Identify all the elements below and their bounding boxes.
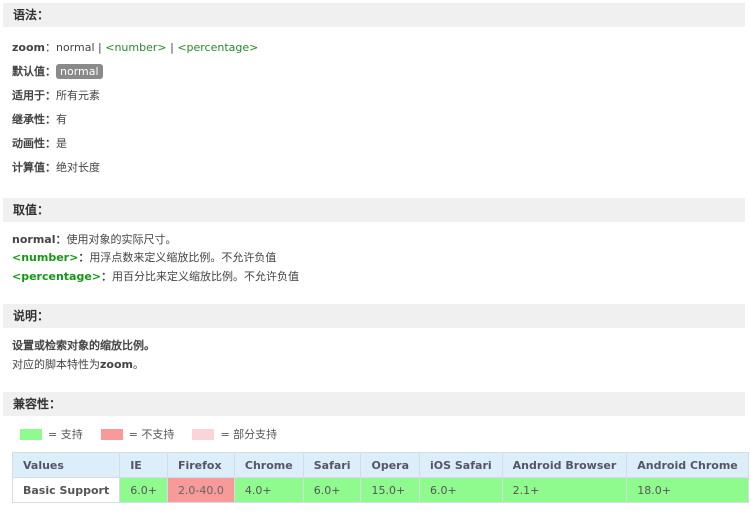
animatable-label: 动画性	[12, 137, 45, 150]
col-header-android-chrome: Android Chrome	[626, 452, 749, 478]
table-row: Basic Support 6.0+ 2.0-40.0 4.0+ 6.0+ 15…	[11, 477, 749, 503]
section-header-syntax: 语法：	[3, 3, 745, 27]
separator: ：	[45, 161, 56, 174]
legend-supported: = 支持	[20, 426, 83, 442]
separator: ：	[101, 270, 113, 283]
value-item: <number>：用浮点数来定义缩放比例。不允许负值	[12, 250, 276, 266]
value-number: <number>	[105, 41, 167, 54]
legend-swatch-partial	[192, 428, 215, 440]
value-desc: 使用对象的实际尺寸。	[66, 233, 177, 246]
value-key: <percentage>	[12, 270, 102, 283]
separator: ：	[45, 89, 56, 102]
script-property-line: 对应的脚本特性为zoom。	[12, 357, 144, 373]
script-suffix: 。	[132, 358, 144, 371]
legend-unsupported: = 不支持	[100, 426, 175, 442]
table-header-row: Values IE Firefox Chrome Safari Opera iO…	[11, 452, 749, 478]
col-header-ios-safari: iOS Safari	[419, 452, 503, 478]
default-label: 默认值	[12, 65, 45, 78]
separator: ：	[45, 65, 56, 78]
col-header-opera: Opera	[360, 452, 421, 478]
applies-line: 适用于：所有元素	[12, 88, 100, 104]
separator: ：	[44, 41, 56, 54]
value-desc: 用百分比来定义缩放比例。不允许负值	[112, 270, 300, 283]
compat-legend: = 支持 = 不支持 = 部分支持	[20, 426, 295, 442]
col-header-firefox: Firefox	[166, 452, 235, 478]
col-header-chrome: Chrome	[233, 452, 304, 478]
col-header-values: Values	[11, 452, 121, 478]
cell-opera: 15.0+	[360, 477, 421, 503]
applies-value: 所有元素	[56, 89, 100, 102]
default-line: 默认值： normal	[12, 64, 103, 80]
cell-ios-safari: 6.0+	[419, 477, 503, 503]
pipe: |	[166, 41, 178, 54]
description-text: 设置或检索对象的缩放比例。	[12, 339, 155, 352]
description-line: 设置或检索对象的缩放比例。	[12, 338, 155, 354]
separator: ：	[55, 233, 67, 246]
value-item: <percentage>：用百分比来定义缩放比例。不允许负值	[12, 269, 299, 285]
compat-table: Values IE Firefox Chrome Safari Opera iO…	[11, 452, 749, 503]
inherited-label: 继承性	[12, 113, 45, 126]
animatable-line: 动画性：是	[12, 136, 67, 152]
applies-label: 适用于	[12, 89, 45, 102]
separator: ：	[45, 113, 56, 126]
col-header-android-browser: Android Browser	[501, 452, 628, 478]
value-percentage: <percentage>	[177, 41, 259, 54]
value-key: <number>	[12, 251, 79, 264]
legend-partial: = 部分支持	[192, 426, 277, 442]
computed-label: 计算值	[12, 161, 45, 174]
value-item: normal：使用对象的实际尺寸。	[12, 232, 176, 248]
cell-android-browser: 2.1+	[501, 477, 628, 503]
script-prefix: 对应的脚本特性为	[12, 358, 100, 371]
inherited-value: 有	[56, 113, 67, 126]
inherited-line: 继承性：有	[12, 112, 67, 128]
cell-safari: 6.0+	[302, 477, 362, 503]
separator: ：	[45, 137, 56, 150]
legend-label: = 支持	[48, 428, 83, 441]
legend-label: = 不支持	[128, 428, 175, 441]
computed-value: 绝对长度	[56, 161, 100, 174]
cell-chrome: 4.0+	[233, 477, 304, 503]
prop-label: zoom	[12, 41, 45, 54]
section-header-description: 说明：	[3, 304, 745, 328]
section-header-compat: 兼容性：	[3, 392, 745, 416]
separator: ：	[78, 251, 90, 264]
default-value-badge: normal	[56, 64, 103, 79]
cell-ie: 6.0+	[119, 477, 168, 503]
legend-swatch-supported	[20, 428, 42, 440]
pipe: |	[94, 41, 106, 54]
legend-label: = 部分支持	[220, 428, 278, 441]
col-header-ie: IE	[119, 452, 168, 478]
section-header-values: 取值：	[3, 198, 745, 222]
col-header-safari: Safari	[302, 452, 362, 478]
legend-swatch-unsupported	[100, 428, 123, 440]
value-desc: 用浮点数来定义缩放比例。不允许负值	[89, 251, 277, 264]
value-normal: normal	[55, 41, 95, 54]
animatable-value: 是	[56, 137, 67, 150]
cell-firefox: 2.0-40.0	[166, 477, 235, 503]
computed-line: 计算值：绝对长度	[12, 160, 100, 176]
row-name: Basic Support	[11, 477, 121, 503]
value-key: normal	[12, 233, 56, 246]
script-property: zoom	[100, 358, 133, 371]
syntax-line: zoom：normal | <number> | <percentage>	[12, 40, 258, 56]
cell-android-chrome: 18.0+	[626, 477, 749, 503]
